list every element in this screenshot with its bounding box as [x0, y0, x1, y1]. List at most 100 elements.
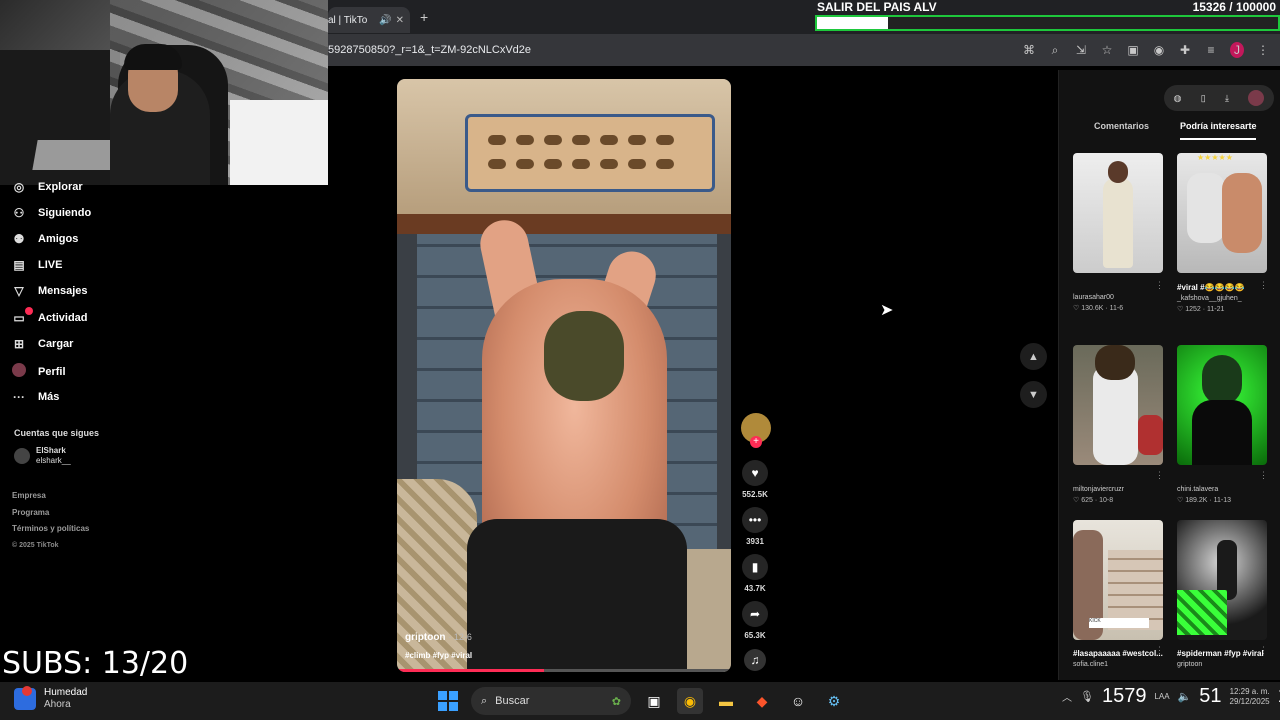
avatar[interactable] — [1248, 90, 1265, 106]
goal-title: SALIR DEL PAIS ALV — [817, 0, 937, 14]
address-bar: 5928750850?_r=1&_t=ZM-92cNLCxVd2e ⌘ ⌕ ⇲ … — [328, 34, 1280, 66]
follow-plus-icon[interactable]: + — [750, 436, 762, 448]
more-options-icon[interactable]: ⋮ — [1259, 470, 1268, 481]
clock-time[interactable]: 12:29 a. m. — [1230, 687, 1270, 697]
microphone-icon[interactable]: 🎙 — [1080, 690, 1094, 703]
sidebar-item-label: LIVE — [38, 259, 63, 271]
sidebar-item-mas[interactable]: ··· Más — [10, 390, 59, 404]
thumb-author[interactable]: sofia.cline1 — [1073, 659, 1168, 670]
recommended-video-thumb[interactable] — [1073, 345, 1163, 465]
weather-icon — [14, 686, 36, 710]
thumb-stats: ♡ 130.6K · 11-6 — [1073, 305, 1124, 312]
start-button[interactable] — [435, 688, 461, 714]
browser-tab[interactable]: al | TikTo 🔊 ✕ — [328, 7, 410, 33]
bookmark-star-icon[interactable]: ☆ — [1100, 43, 1114, 57]
sidebar-item-label: Mensajes — [38, 285, 88, 297]
following-account[interactable]: ElShark elshark__ — [14, 446, 71, 466]
search-highlight-icon: ✿ — [611, 695, 621, 708]
more-options-icon[interactable]: ⋮ — [1259, 645, 1268, 656]
tab-comentarios[interactable]: Comentarios — [1094, 121, 1149, 131]
footer-link-programa[interactable]: Programa — [12, 505, 89, 522]
sidebar-item-mensajes[interactable]: ▽ Mensajes — [10, 284, 88, 298]
sidebar-item-siguiendo[interactable]: ⚇ Siguiendo — [10, 206, 92, 220]
install-icon[interactable]: ⇲ — [1074, 43, 1088, 57]
sidebar-item-live[interactable]: ▤ LIVE — [10, 258, 62, 272]
thumb-caption[interactable]: #spiderman #fyp #viral — [1177, 648, 1272, 659]
more-options-icon[interactable]: ⋮ — [1155, 470, 1164, 481]
thumb-caption[interactable]: #viral #😂😂😂😂 — [1177, 282, 1272, 293]
extension-icon[interactable]: ◉ — [1152, 43, 1166, 57]
more-options-icon[interactable]: ⋮ — [1155, 645, 1164, 656]
close-tab-icon[interactable]: ✕ — [396, 15, 404, 26]
thumb-author[interactable]: laurasahar00 — [1073, 292, 1168, 303]
translate-icon[interactable]: ⌘ — [1022, 43, 1036, 57]
link-icon[interactable]: ◍ — [1174, 93, 1182, 104]
recommended-video-thumb[interactable] — [1073, 153, 1163, 273]
recommended-video-thumb[interactable]: ★★★★★ — [1177, 153, 1267, 273]
sidebar-item-amigos[interactable]: ⚉ Amigos — [10, 232, 79, 246]
browser-tab-title: al | TikTo — [328, 14, 368, 26]
download-icon[interactable]: ⤓ — [1225, 93, 1229, 104]
comment-icon: ••• — [742, 507, 768, 533]
steam-icon[interactable]: ⚙ — [821, 688, 847, 714]
recommended-video-thumb[interactable]: KICK — [1073, 520, 1163, 640]
share-button[interactable]: ➦ 65.3K — [738, 601, 772, 640]
thumb-author[interactable]: griptoon — [1177, 659, 1272, 670]
device-icon[interactable]: ▯ — [1201, 93, 1206, 104]
previous-video-button[interactable]: ▲ — [1020, 343, 1047, 370]
search-placeholder: Buscar — [495, 695, 530, 707]
footer-link-empresa[interactable]: Empresa — [12, 488, 89, 505]
discord-icon[interactable]: ☺ — [785, 688, 811, 714]
music-disc-icon[interactable]: ♫ — [744, 649, 766, 671]
task-view-icon[interactable]: ▣ — [641, 688, 667, 714]
tab-podria-interesarte[interactable]: Podría interesarte — [1180, 121, 1257, 131]
new-tab-icon[interactable]: + — [420, 9, 428, 25]
subs-counter: SUBS: 13/20 — [2, 646, 189, 681]
puzzle-icon[interactable]: ✚ — [1178, 43, 1192, 57]
following-name: ElShark — [36, 446, 66, 455]
clock-date[interactable]: 29/12/2025 — [1230, 697, 1270, 707]
menu-icon[interactable]: ⋮ — [1256, 43, 1270, 57]
video-progress-bar[interactable] — [397, 669, 731, 672]
taskbar-search[interactable]: ⌕ Buscar ✿ — [471, 687, 631, 715]
sidebar-item-cargar[interactable]: ⊞ Cargar — [10, 337, 74, 351]
sidebar-footer: Empresa Programa Términos y políticas © … — [12, 488, 89, 554]
tray-value-2: 51 — [1199, 685, 1222, 707]
next-video-button[interactable]: ▼ — [1020, 381, 1047, 408]
like-count: 552.5K — [742, 490, 768, 499]
sidebar-item-explorar[interactable]: ◎ Explorar — [10, 180, 83, 194]
video-player[interactable]: griptoon · 12-6 #climb #fyp #viral — [397, 79, 731, 672]
file-explorer-icon[interactable]: ▬ — [713, 688, 739, 714]
brave-icon[interactable]: ◆ — [749, 688, 775, 714]
sidebar-item-perfil[interactable]: Perfil — [10, 363, 66, 380]
weather-widget[interactable]: Humedad Ahora — [14, 686, 87, 711]
speaker-icon[interactable]: 🔊 — [379, 15, 391, 26]
video-author[interactable]: griptoon · 12-6 — [405, 632, 472, 643]
more-options-icon[interactable]: ⋮ — [1155, 280, 1164, 291]
save-button[interactable]: ▮ 43.7K — [738, 554, 772, 593]
chevron-up-icon[interactable]: ︿ — [1062, 689, 1072, 704]
recommended-video-thumb[interactable] — [1177, 345, 1267, 465]
chrome-icon[interactable]: ◉ — [677, 688, 703, 714]
like-button[interactable]: ♥ 552.5K — [738, 460, 772, 499]
cast-icon[interactable]: ▣ — [1126, 43, 1140, 57]
browser-profile-avatar[interactable]: J — [1230, 42, 1244, 58]
compass-icon: ◎ — [13, 180, 25, 194]
video-hashtags[interactable]: #climb #fyp #viral — [405, 651, 472, 660]
more-options-icon[interactable]: ⋮ — [1259, 280, 1268, 291]
media-icon[interactable]: ≡ — [1204, 43, 1218, 57]
zoom-icon[interactable]: ⌕ — [1048, 43, 1062, 58]
sidebar-item-label: Más — [38, 391, 60, 403]
thumb-caption[interactable]: #lasapaaaaa #westcol... — [1073, 648, 1168, 659]
thumb-author[interactable]: miltonjaviercruzr — [1073, 484, 1168, 495]
sidebar-item-actividad[interactable]: ▭ Actividad — [10, 307, 88, 325]
footer-link-terminos[interactable]: Términos y políticas — [12, 521, 89, 538]
url-input[interactable]: 5928750850?_r=1&_t=ZM-92cNLCxVd2e — [328, 44, 1022, 56]
volume-icon[interactable]: 🔈 — [1178, 690, 1192, 703]
thumb-author[interactable]: _kafshova__gjuhen_ — [1177, 293, 1272, 304]
video-progress-fill — [397, 669, 544, 672]
comment-button[interactable]: ••• 3931 — [738, 507, 772, 546]
recommended-video-thumb[interactable] — [1177, 520, 1267, 640]
notification-badge — [25, 307, 33, 315]
thumb-author[interactable]: chini.talavera — [1177, 484, 1272, 495]
